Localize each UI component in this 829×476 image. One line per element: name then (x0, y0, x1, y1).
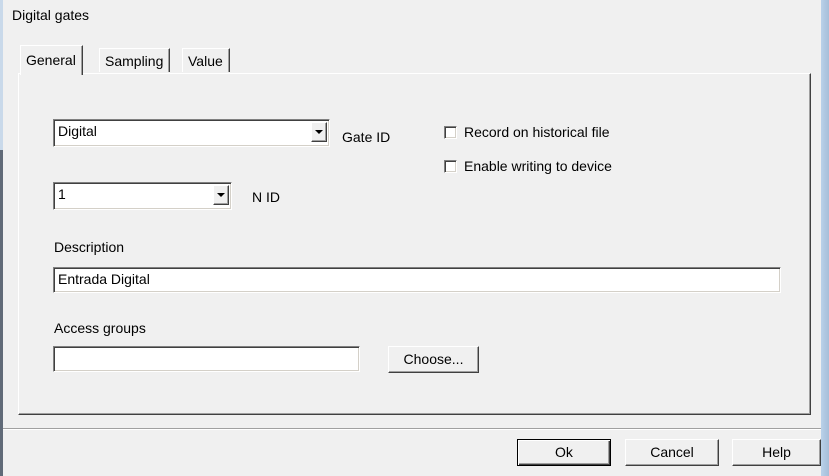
help-button[interactable]: Help (732, 439, 821, 466)
tab-panel-general: Digital Gate ID Record on historical fil… (18, 73, 811, 415)
description-value: Entrada Digital (58, 271, 150, 287)
description-label: Description (54, 239, 125, 255)
gate-id-value: Digital (58, 123, 97, 139)
record-historical-label: Record on historical file (464, 124, 610, 140)
gate-id-select[interactable]: Digital (53, 119, 330, 147)
gate-id-label: Gate ID (342, 129, 391, 145)
footer-divider (3, 428, 821, 430)
choose-button[interactable]: Choose... (388, 346, 479, 373)
window-frame-right (821, 0, 829, 476)
tab-value[interactable]: Value (182, 48, 230, 72)
window-title: Digital gates (12, 7, 90, 23)
n-id-value: 1 (58, 186, 66, 202)
chevron-down-icon[interactable] (311, 122, 327, 142)
enable-writing-checkbox[interactable] (444, 160, 457, 173)
n-id-select[interactable]: 1 (53, 182, 232, 210)
access-groups-input[interactable] (53, 346, 360, 372)
dialog-window: Digital gates General Sampling Value Dig… (0, 0, 829, 476)
n-id-label: N ID (252, 189, 280, 205)
tab-general[interactable]: General (20, 45, 83, 75)
title-bar[interactable]: Digital gates (3, 0, 821, 30)
record-historical-checkbox[interactable] (444, 126, 457, 139)
access-groups-label: Access groups (54, 320, 146, 336)
enable-writing-label: Enable writing to device (464, 158, 612, 174)
ok-button[interactable]: Ok (517, 439, 611, 466)
description-input[interactable]: Entrada Digital (53, 267, 781, 293)
cancel-button[interactable]: Cancel (625, 439, 719, 466)
tab-sampling[interactable]: Sampling (99, 48, 171, 72)
chevron-down-icon[interactable] (213, 185, 229, 205)
